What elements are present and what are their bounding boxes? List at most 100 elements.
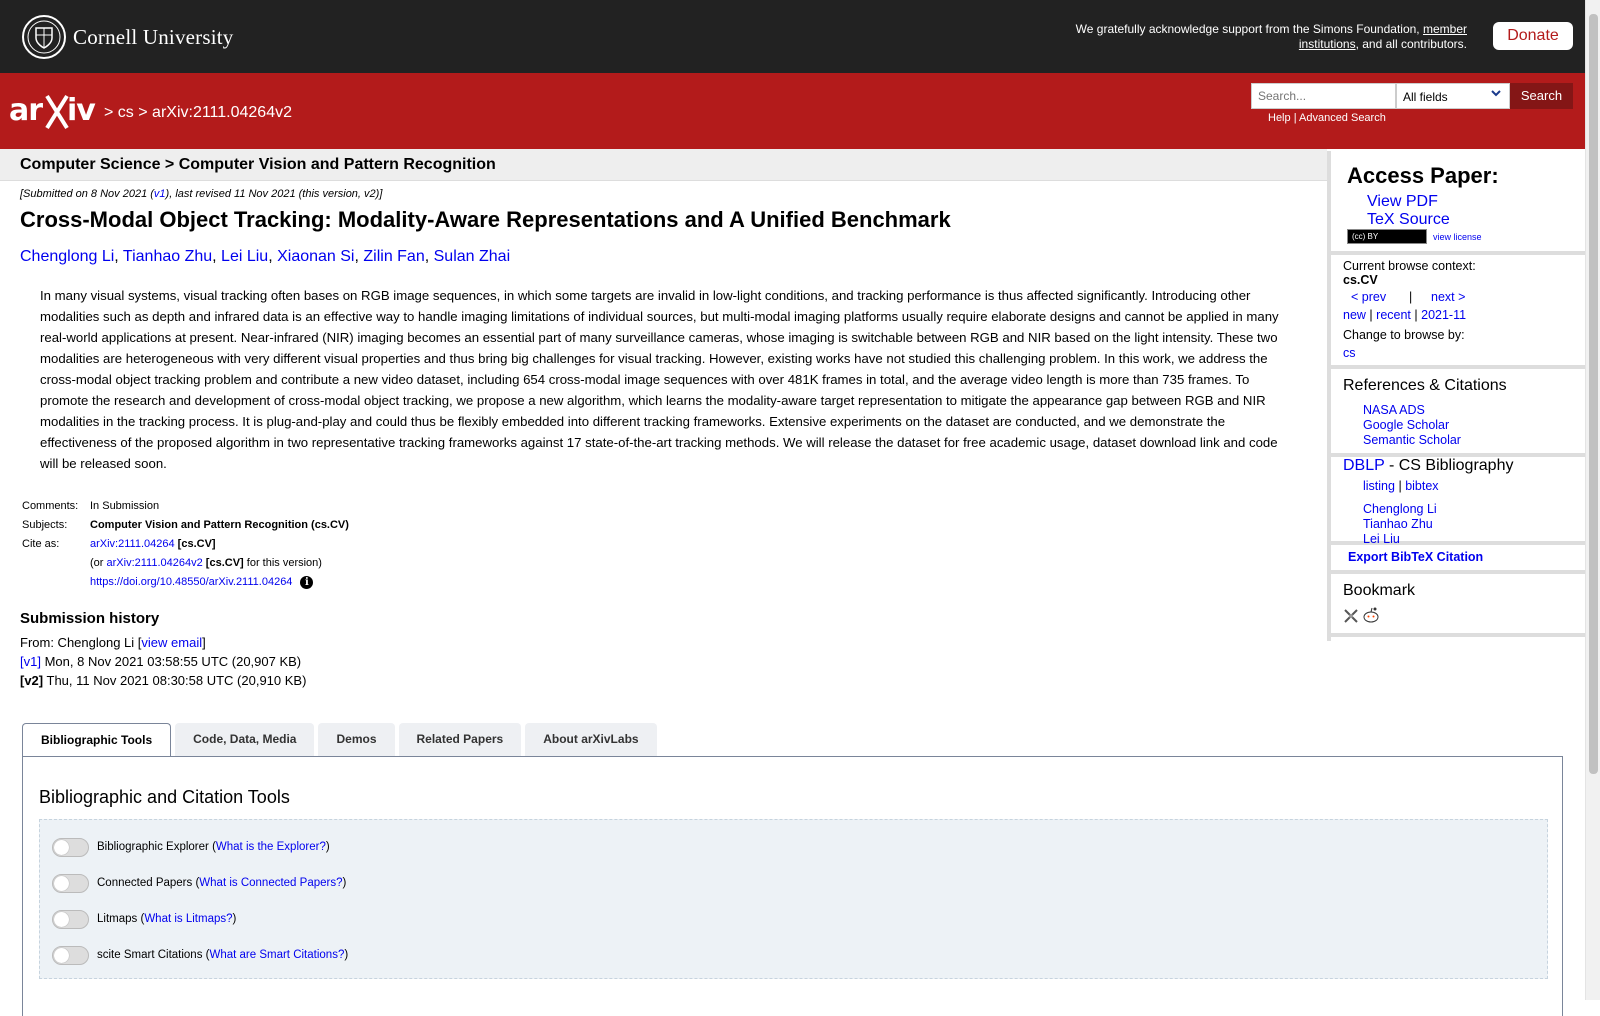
dblp-author-link[interactable]: Chenglong Li: [1363, 502, 1437, 516]
browse-links: new | recent | 2021-11: [1343, 308, 1466, 322]
author-link[interactable]: Lei Liu: [221, 248, 268, 265]
bibliographic-explorer-toggle[interactable]: [52, 837, 89, 857]
panel-title: Bibliographic and Citation Tools: [39, 787, 290, 807]
references-heading: References & Citations: [1343, 377, 1507, 394]
google-scholar-link[interactable]: Google Scholar: [1363, 418, 1449, 432]
submission-history: From: Chenglong Li [view email] [v1] Mon…: [20, 633, 306, 690]
subjects-label: Subjects:: [22, 519, 68, 531]
submission-history-heading: Submission history: [20, 610, 160, 627]
support-acknowledgement: We gratefully acknowledge support from t…: [1047, 22, 1467, 52]
dblp-sep: |: [1398, 479, 1402, 493]
abstract: In many visual systems, visual tracking …: [40, 288, 1279, 471]
view-email-link[interactable]: view email: [141, 635, 202, 650]
version-v1: [v1] Mon, 8 Nov 2021 03:58:55 UTC (20,90…: [20, 652, 306, 671]
scrollbar-thumb[interactable]: [1589, 14, 1598, 774]
tool-help-link[interactable]: What is Litmaps?: [144, 913, 232, 925]
subjects-row: Subjects: Computer Vision and Pattern Re…: [22, 519, 357, 538]
breadcrumb-sep: >: [104, 104, 114, 121]
browse-context-label: Current browse context:: [1343, 259, 1476, 273]
chevron-down-icon: [1491, 90, 1501, 97]
author-link[interactable]: Zilin Fan: [363, 248, 424, 265]
dblp-bibtex-link[interactable]: bibtex: [1405, 479, 1438, 493]
author-link[interactable]: Sulan Zhai: [434, 248, 511, 265]
cite-value: arXiv:2111.04264 [cs.CV]: [90, 538, 357, 557]
help-links: Help | Advanced Search: [1268, 112, 1386, 124]
cite-version-category: [cs.CV]: [205, 557, 244, 569]
toggle-knob: [54, 947, 69, 963]
help-sep: |: [1293, 112, 1297, 124]
info-icon[interactable]: i: [300, 576, 314, 589]
access-paper-section: Access Paper: View PDF TeX Source (cc) B…: [1331, 151, 1585, 255]
reddit-icon[interactable]: [1362, 606, 1380, 624]
license: (cc) BY view license: [1347, 229, 1482, 244]
litmaps-toggle[interactable]: [52, 909, 89, 929]
search-button[interactable]: Search: [1510, 83, 1573, 109]
comments-value: In Submission: [90, 500, 160, 512]
month-link[interactable]: 2021-11: [1421, 308, 1466, 322]
browse-cs-link[interactable]: cs: [1343, 346, 1356, 360]
tool-row: scite Smart Citations (What are Smart Ci…: [52, 945, 348, 965]
comments-row: Comments: In Submission: [22, 500, 357, 519]
search-input[interactable]: [1251, 83, 1396, 109]
search-field-select[interactable]: All fields: [1396, 83, 1510, 109]
tool-name: Connected Papers: [97, 877, 193, 889]
export-section: Export BibTeX Citation: [1331, 545, 1585, 574]
advanced-search-link[interactable]: Advanced Search: [1299, 112, 1386, 124]
dateline-v1-link[interactable]: v1: [154, 188, 166, 200]
search-field-value: All fields: [1403, 90, 1448, 104]
view-license-link[interactable]: view license: [1433, 232, 1482, 242]
tool-name: Litmaps: [97, 913, 138, 925]
nav-sep: |: [1409, 290, 1413, 304]
support-tail: , and all contributors.: [1355, 37, 1467, 51]
tab-related-papers[interactable]: Related Papers: [398, 723, 522, 756]
donate-button[interactable]: Donate: [1493, 22, 1573, 50]
tab-bibliographic-tools[interactable]: Bibliographic Tools: [22, 723, 172, 757]
author-sep: ,: [114, 248, 123, 265]
cornell-logo[interactable]: Cornell University: [21, 14, 234, 60]
cc-by-icon[interactable]: (cc) BY: [1347, 229, 1427, 244]
bibsonomy-icon[interactable]: [1343, 608, 1359, 624]
next-link[interactable]: next >: [1431, 290, 1465, 304]
doi-link[interactable]: https://doi.org/10.48550/arXiv.2111.0426…: [90, 576, 292, 588]
tool-help-link[interactable]: What is the Explorer?: [216, 841, 326, 853]
tex-source-link[interactable]: TeX Source: [1367, 211, 1450, 229]
support-text: We gratefully acknowledge support from t…: [1075, 22, 1420, 36]
page-scrollbar[interactable]: [1585, 0, 1600, 1000]
tab-about-arxivlabs[interactable]: About arXivLabs: [525, 723, 657, 756]
author-sep: ,: [268, 248, 278, 265]
right-sidebar: Access Paper: View PDF TeX Source (cc) B…: [1327, 151, 1585, 641]
tool-help-link[interactable]: What are Smart Citations?: [209, 949, 344, 961]
export-bibtex-link[interactable]: Export BibTeX Citation: [1348, 550, 1483, 564]
version-v2-tag: [v2]: [20, 673, 44, 688]
nasa-ads-link[interactable]: NASA ADS: [1363, 403, 1425, 417]
dblp-author-link[interactable]: Lei Liu: [1363, 532, 1400, 546]
browse-sep: |: [1369, 308, 1373, 322]
version-v1-link[interactable]: [v1]: [20, 654, 41, 669]
cite-id-link[interactable]: arXiv:2111.04264: [90, 538, 175, 550]
new-link[interactable]: new: [1343, 308, 1366, 322]
semantic-scholar-link[interactable]: Semantic Scholar: [1363, 433, 1461, 447]
connected-papers-toggle[interactable]: [52, 873, 89, 893]
author-sep: ,: [212, 248, 222, 265]
tab-demos[interactable]: Demos: [318, 723, 395, 756]
dblp-link[interactable]: DBLP: [1343, 457, 1385, 474]
subject-header: Computer Science > Computer Vision and P…: [0, 149, 1327, 181]
tool-help-link[interactable]: What is Connected Papers?: [199, 877, 342, 889]
scite-toggle[interactable]: [52, 945, 89, 965]
dateline-post: ), last revised 11 Nov 2021 (this versio…: [165, 188, 383, 200]
author-link[interactable]: Chenglong Li: [20, 248, 114, 265]
cite-version-link[interactable]: arXiv:2111.04264v2: [107, 557, 203, 569]
breadcrumb-cs[interactable]: cs: [118, 104, 134, 121]
help-link[interactable]: Help: [1268, 112, 1291, 124]
author-link[interactable]: Xiaonan Si: [277, 248, 354, 265]
dblp-listing-link[interactable]: listing: [1363, 479, 1395, 493]
author-link[interactable]: Tianhao Zhu: [123, 248, 212, 265]
dblp-section: DBLP - CS Bibliography listing | bibtex …: [1331, 457, 1585, 546]
tab-code-data-media[interactable]: Code, Data, Media: [175, 723, 315, 756]
arxiv-logo-icon[interactable]: ar iv: [9, 90, 101, 132]
prev-link[interactable]: < prev: [1351, 290, 1386, 304]
view-pdf-link[interactable]: View PDF: [1367, 193, 1438, 211]
dblp-author-link[interactable]: Tianhao Zhu: [1363, 517, 1433, 531]
recent-link[interactable]: recent: [1376, 308, 1411, 322]
change-browse-label: Change to browse by:: [1343, 328, 1465, 342]
